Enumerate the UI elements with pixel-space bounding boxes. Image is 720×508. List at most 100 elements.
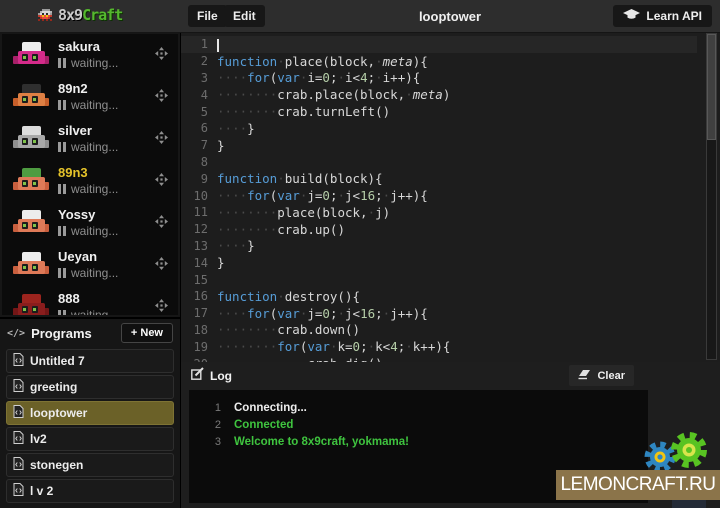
code-line[interactable]: 12 ········crab.up() [181,221,720,238]
code-line[interactable]: 5 ········crab.turnLeft() [181,103,720,120]
player-status: waiting... [58,308,118,315]
code-editor[interactable]: 1 2 function·place(block,·meta){ 3 ····f… [180,32,720,362]
line-number: 18 [181,323,217,337]
pause-icon [58,184,66,194]
program-file-icon [13,405,24,421]
player-row[interactable]: 89n3 waiting... [2,160,178,202]
edit-pencil-icon [191,367,204,385]
player-name: Yossy [58,207,95,222]
player-name: silver [58,123,92,138]
code-brackets-icon: </> [7,328,25,339]
crab-avatar [14,167,48,195]
code-line[interactable]: 13 ····} [181,238,720,255]
player-row[interactable]: sakura waiting... [2,34,178,76]
code-line[interactable]: 20 ············crab.dig() [181,355,720,362]
crab-avatar [14,251,48,279]
crab-avatar [14,41,48,69]
program-label: l v 2 [30,484,53,498]
code-line[interactable]: 19 ········for(var·k=0;·k<4;·k++){ [181,338,720,355]
code-line[interactable]: 4 ········crab.place(block,·meta) [181,86,720,103]
move-crosshair-icon[interactable] [155,47,168,65]
code-line[interactable]: 18 ········crab.down() [181,322,720,339]
program-item[interactable]: stonegen [6,453,174,477]
line-number: 16 [181,289,217,303]
code-line[interactable]: 9 function·build(block){ [181,170,720,187]
code-line[interactable]: 15 [181,271,720,288]
text-cursor [217,39,219,52]
player-status: waiting... [58,266,118,280]
line-number: 19 [181,340,217,354]
crab-avatar [14,209,48,237]
player-row[interactable]: 888 waiting... [2,286,178,315]
program-item[interactable]: greeting [6,375,174,399]
player-row[interactable]: Ueyan waiting... [2,244,178,286]
player-status: waiting... [58,182,118,196]
program-file-icon [13,353,24,369]
crab-avatar [14,293,48,315]
player-row[interactable]: silver waiting... [2,118,178,160]
sidebar: sakura waiting... 89n2 waiting... [0,32,180,508]
program-item[interactable]: lv2 [6,427,174,451]
line-number: 5 [181,105,217,119]
program-item[interactable]: Untitled 7 [6,349,174,373]
editor-scrollbar[interactable] [706,33,717,360]
player-name: 888 [58,291,80,306]
code-line[interactable]: 1 [181,36,697,53]
line-number: 4 [181,88,217,102]
menu-edit[interactable]: Edit [224,5,265,27]
eraser-icon [578,369,591,383]
code-line[interactable]: 8 [181,154,720,171]
clear-log-button[interactable]: Clear [569,365,634,386]
player-name: 89n2 [58,81,88,96]
move-crosshair-icon[interactable] [155,299,168,315]
document-title: looptower [419,9,481,24]
program-item[interactable]: l v 2 [6,479,174,503]
pause-icon [58,268,66,278]
pause-icon [58,226,66,236]
watermark-banner: LEMONCRAFT.RU [556,470,720,500]
move-crosshair-icon[interactable] [155,131,168,149]
code-line[interactable]: 7 } [181,137,720,154]
programs-title: Programs [31,326,92,341]
program-file-icon [13,379,24,395]
code-line[interactable]: 16 function·destroy(){ [181,288,720,305]
line-number: 6 [181,121,217,135]
programs-header: </> Programs + New [0,319,180,347]
log-line: 2 Connected [189,416,648,433]
code-line[interactable]: 3 ····for(var·i=0;·i<4;·i++){ [181,70,720,87]
app-logo: 8x9Craft [36,6,122,24]
move-crosshair-icon[interactable] [155,215,168,233]
move-crosshair-icon[interactable] [155,173,168,191]
new-program-button[interactable]: + New [121,323,173,343]
player-row[interactable]: 89n2 waiting... [2,76,178,118]
log-title: Log [210,369,232,383]
code-line[interactable]: 14 } [181,254,720,271]
watermark-stub [672,500,706,508]
line-number: 13 [181,239,217,253]
move-crosshair-icon[interactable] [155,89,168,107]
code-line[interactable]: 2 function·place(block,·meta){ [181,53,720,70]
line-number: 15 [181,273,217,287]
player-name: 89n3 [58,165,88,180]
programs-panel: </> Programs + New Untitled 7 greeting l… [0,317,180,508]
line-number: 14 [181,256,217,270]
player-status: waiting... [58,98,118,112]
learn-api-button[interactable]: Learn API [613,5,712,27]
player-row[interactable]: Yossy waiting... [2,202,178,244]
code-line[interactable]: 17 ····for(var·j=0;·j<16;·j++){ [181,305,720,322]
code-line[interactable]: 11 ········place(block,·j) [181,204,720,221]
pause-icon [58,142,66,152]
line-number: 2 [181,54,217,68]
move-crosshair-icon[interactable] [155,257,168,275]
line-number: 10 [181,189,217,203]
menu-file[interactable]: File [188,5,227,27]
player-name: Ueyan [58,249,97,264]
program-item[interactable]: looptower [6,401,174,425]
player-list: sakura waiting... 89n2 waiting... [2,34,178,315]
code-line[interactable]: 10 ····for(var·j=0;·j<16;·j++){ [181,187,720,204]
line-number: 9 [181,172,217,186]
scrollbar-thumb[interactable] [707,34,716,140]
code-line[interactable]: 6 ····} [181,120,720,137]
program-label: lv2 [30,432,47,446]
log-header: Log Clear [181,362,720,389]
